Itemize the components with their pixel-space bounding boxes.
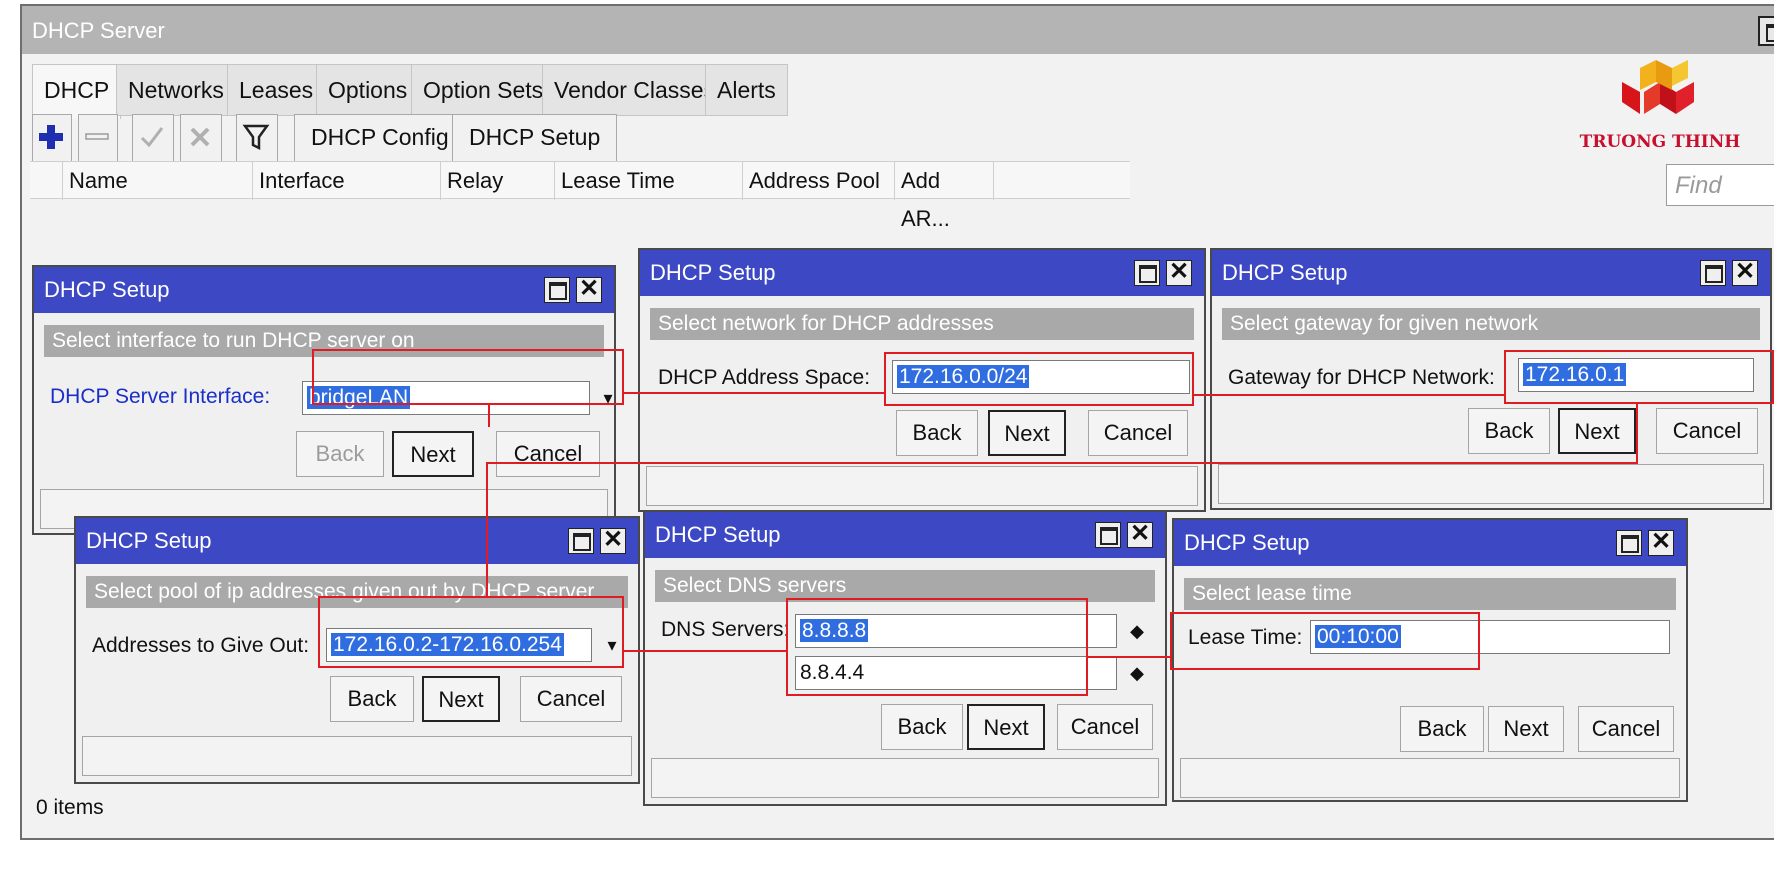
next-button[interactable]: Next: [1488, 706, 1564, 752]
plus-icon: [39, 125, 63, 149]
dialog-status-bar: [1218, 464, 1764, 504]
cancel-button[interactable]: Cancel: [1656, 408, 1758, 454]
field-label: Addresses to Give Out:: [92, 634, 310, 657]
tab-option-sets[interactable]: Option Sets: [411, 64, 556, 116]
dialog-status-bar: [651, 758, 1159, 798]
remove-button[interactable]: [78, 114, 118, 162]
dialog-status-bar: [1180, 758, 1680, 798]
column-name[interactable]: Name: [62, 162, 252, 200]
dialog-subtitle: Select network for DHCP addresses: [650, 308, 1194, 340]
dialog-title: DHCP Setup: [34, 267, 614, 313]
close-icon[interactable]: ✕: [1166, 260, 1192, 286]
next-button[interactable]: Next: [392, 431, 474, 477]
close-icon[interactable]: ✕: [600, 528, 626, 554]
tab-networks[interactable]: Networks: [116, 64, 236, 116]
tab-options[interactable]: Options: [316, 64, 420, 116]
filter-icon: [242, 124, 270, 151]
highlight-pool: [318, 596, 624, 668]
connector-line: [624, 392, 884, 394]
column-header: Name Interface Relay Lease Time Address …: [30, 161, 1130, 231]
filter-button[interactable]: [236, 114, 278, 162]
dialog-title: DHCP Setup: [640, 250, 1204, 296]
tab-alerts[interactable]: Alerts: [705, 64, 788, 116]
dhcp-config-button[interactable]: DHCP Config: [294, 114, 466, 162]
column-relay[interactable]: Relay: [440, 162, 554, 200]
next-button[interactable]: Next: [1558, 408, 1636, 454]
connector-line: [1088, 656, 1170, 658]
dialog-title: DHCP Setup: [645, 512, 1165, 558]
column-lease-time[interactable]: Lease Time: [554, 162, 742, 200]
find-input[interactable]: Find: [1666, 164, 1774, 206]
back-button[interactable]: Back: [896, 410, 978, 456]
connector-line: [1636, 404, 1638, 464]
dialog-status-bar: [646, 466, 1198, 506]
window-titlebar: DHCP Server: [22, 6, 1774, 54]
field-label: DHCP Server Interface:: [50, 385, 271, 408]
highlight-interface: [312, 349, 624, 405]
window-title: DHCP Server: [32, 18, 165, 43]
dialog-title: DHCP Setup: [1212, 250, 1770, 296]
connector-line: [624, 650, 786, 652]
close-icon[interactable]: ✕: [1732, 260, 1758, 286]
updown-arrow-icon[interactable]: ◆: [1123, 656, 1151, 690]
enable-button[interactable]: [132, 114, 174, 162]
dialog-subtitle: Select gateway for given network: [1222, 308, 1760, 340]
next-button[interactable]: Next: [422, 676, 500, 722]
minus-icon: [85, 133, 109, 140]
connector-line: [486, 462, 488, 596]
back-button[interactable]: Back: [1468, 408, 1550, 454]
cancel-button[interactable]: Cancel: [1088, 410, 1188, 456]
field-label: DNS Servers:: [661, 618, 790, 641]
back-button[interactable]: Back: [296, 431, 384, 477]
field-label: Gateway for DHCP Network:: [1228, 366, 1495, 389]
maximize-icon[interactable]: [1616, 530, 1642, 556]
check-icon: [140, 127, 164, 148]
tab-vendor-classes[interactable]: Vendor Classes: [542, 64, 728, 116]
maximize-icon[interactable]: [1700, 260, 1726, 286]
field-label: DHCP Address Space:: [658, 366, 871, 389]
back-button[interactable]: Back: [881, 704, 963, 750]
maximize-icon[interactable]: [544, 277, 570, 303]
maximize-icon[interactable]: [568, 528, 594, 554]
cancel-button[interactable]: Cancel: [1578, 706, 1674, 752]
cross-icon: [190, 127, 210, 147]
cancel-button[interactable]: Cancel: [496, 431, 600, 477]
cancel-button[interactable]: Cancel: [520, 676, 622, 722]
disable-button[interactable]: [180, 114, 222, 162]
connector-line: [488, 405, 490, 427]
tab-leases[interactable]: Leases: [227, 64, 326, 116]
cancel-button[interactable]: Cancel: [1057, 704, 1153, 750]
dialog-status-bar: [82, 736, 632, 776]
dhcp-setup-button[interactable]: DHCP Setup: [452, 114, 618, 162]
back-button[interactable]: Back: [1400, 706, 1484, 752]
updown-arrow-icon[interactable]: ◆: [1123, 614, 1151, 648]
column-interface[interactable]: Interface: [252, 162, 440, 200]
next-button[interactable]: Next: [967, 704, 1045, 750]
dialog-subtitle: Select lease time: [1184, 578, 1676, 610]
connector-line: [1194, 394, 1504, 396]
dialog-title: DHCP Setup: [76, 518, 638, 564]
logo-text: TRUONG THINH: [1579, 132, 1741, 152]
maximize-icon[interactable]: [1134, 260, 1160, 286]
maximize-icon[interactable]: [1095, 522, 1121, 548]
close-icon[interactable]: ✕: [1648, 530, 1674, 556]
maximize-icon[interactable]: [1758, 16, 1774, 46]
add-button[interactable]: [32, 114, 72, 162]
next-button[interactable]: Next: [988, 410, 1066, 456]
truong-thinh-logo-icon: [1622, 60, 1694, 114]
highlight-address-space: [884, 352, 1194, 406]
column-address-pool[interactable]: Address Pool: [742, 162, 894, 200]
close-icon[interactable]: ✕: [1127, 522, 1153, 548]
highlight-lease-time: [1170, 612, 1480, 670]
back-button[interactable]: Back: [330, 676, 414, 722]
close-icon[interactable]: ✕: [576, 277, 602, 303]
highlight-dns: [786, 598, 1088, 696]
tab-dhcp[interactable]: DHCP: [32, 64, 122, 119]
status-item-count: 0 items: [36, 796, 104, 819]
column-add-arp[interactable]: Add AR...: [894, 162, 994, 231]
highlight-gateway: [1504, 350, 1774, 404]
connector-line: [486, 462, 1638, 464]
dialog-title: DHCP Setup: [1174, 520, 1686, 566]
